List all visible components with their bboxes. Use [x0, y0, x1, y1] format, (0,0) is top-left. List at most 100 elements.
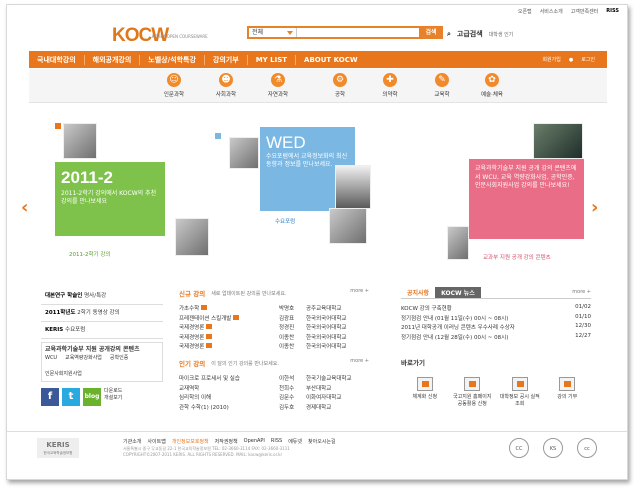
list-item[interactable]: 가초수학 박명호 공주교육대학교 [179, 304, 369, 314]
new-badge-icon [206, 343, 213, 348]
footer-link[interactable]: 찾아오시는길 [308, 438, 336, 445]
carousel-next-button[interactable]: › [591, 197, 598, 218]
login-link[interactable]: 로그인 [581, 56, 595, 63]
list-item[interactable]: 관학 수학(1) (2010) 김두호 경제대학교 [179, 403, 369, 413]
cert-badge-icon[interactable]: KS [543, 438, 563, 458]
category-medicine[interactable]: ✚ 의약학 [367, 73, 413, 98]
new-courses-section: 신규 강의 새로 업데이트된 강의를 만나보세요. more + 가초수학 박명호 공… [179, 288, 369, 352]
shortcut-item[interactable]: 국고지원 홈페이지 공동활용 신청 [452, 377, 492, 408]
tab-kocw-news[interactable]: KOCW 뉴스 [435, 287, 481, 298]
category-natural[interactable]: ⚗ 자연과학 [255, 73, 301, 98]
sidebar-keris-link[interactable]: KERIS 수요포럼 [41, 322, 163, 339]
footer-link-privacy[interactable]: 개인정보보호정책 [172, 438, 209, 445]
gift-icon [559, 377, 576, 391]
top-links: 오픈랩 서비스소개 고객만족센터 RISS [518, 8, 619, 15]
list-item[interactable]: 프레젠테이션 스킬개발 김광표 한국외국어대학교 [179, 314, 369, 324]
sidebar-box-item[interactable]: WCU [45, 354, 57, 362]
cross-icon: ✚ [383, 73, 397, 87]
category-education[interactable]: ✎ 교육학 [419, 73, 465, 98]
tab-notice[interactable]: 공지사항 [401, 287, 435, 298]
footer-badges: CC KS cc [509, 438, 597, 458]
new-courses-more-link[interactable]: more + [350, 288, 369, 294]
sidebar-box-item[interactable]: 교육역량강화사업 [65, 354, 102, 362]
nav-domestic[interactable]: 국내대학강의 [29, 54, 85, 65]
shortcut-item[interactable]: 대학정보 공시 실적조회 [500, 377, 540, 408]
notice-tabs: 공지사항 KOCW 뉴스 [401, 287, 591, 299]
category-arts[interactable]: ✿ 예술·체육 [469, 73, 515, 98]
category-social[interactable]: ☻ 사회과학 [203, 73, 249, 98]
notice-section: 공지사항 KOCW 뉴스 more + KOCW 강의 구축현황 01/02 정기… [401, 287, 591, 342]
toplink-openlab[interactable]: 오픈랩 [518, 8, 532, 15]
list-item[interactable]: 2011년 대학공개 이러닝 콘텐츠 우수사례 수상자 12/30 [401, 323, 591, 333]
notice-more-link[interactable]: more + [572, 289, 591, 295]
social-note[interactable]: 다운로드 개설보기 [104, 388, 122, 406]
list-item[interactable]: KOCW 강의 구축현황 01/02 [401, 304, 591, 314]
banner-pin-blue [215, 133, 221, 139]
popular-courses-section: 인기 강의 이 달의 인기 강의를 만나보세요. more + 마이크로 프로세서… [179, 358, 369, 412]
chart-icon [511, 377, 528, 391]
new-courses-title: 신규 강의 [179, 290, 206, 298]
toplink-service[interactable]: 서비스소개 [540, 8, 563, 15]
toplink-riss[interactable]: RISS [606, 8, 619, 15]
footer-link[interactable]: RISS [271, 438, 282, 445]
monitor-icon [464, 377, 481, 391]
footer-link[interactable]: 기관소개 [123, 438, 141, 445]
carousel-prev-button[interactable]: ‹ [21, 197, 28, 218]
trend-search-link[interactable]: 대학생 인기 [489, 31, 514, 38]
category-humanities[interactable]: ☺ 인문과학 [151, 73, 197, 98]
nav-nobel[interactable]: 노벨상/석학특강 [140, 54, 205, 65]
banner-caption-ministry[interactable]: 교과부 지원 공개 강의 콘텐츠 [483, 253, 551, 261]
list-item[interactable]: 정기점검 안내 (01월 11일(수) 00시 ~ 08시) 01/10 [401, 314, 591, 324]
nav-about[interactable]: ABOUT KOCW [296, 55, 366, 65]
banner-photo-speaker [229, 137, 259, 169]
list-item[interactable]: 교재역학 천희수 부산대학교 [179, 384, 369, 394]
list-item[interactable]: 국제경영론 정경진 한국외국어대학교 [179, 323, 369, 333]
sidebar-lecture-link[interactable]: 대본연구 학술인 명사/특강 [41, 288, 163, 305]
footer-link[interactable]: 저작권정책 [215, 438, 238, 445]
sidebar-box-item[interactable]: 공학인증 [110, 354, 128, 362]
sidebar-ministry-box[interactable]: 교육과학기술부 지원 공개강의 콘텐츠 WCU 교육역량강화사업 공학인증 인문… [41, 342, 163, 382]
list-item[interactable]: 국제경영론 이종찬 한국외국어대학교 [179, 342, 369, 352]
advanced-search-link[interactable]: 고급검색 [457, 29, 483, 39]
blog-icon[interactable]: blog [83, 388, 101, 406]
shortcut-item[interactable]: 강의 기부 [547, 377, 587, 408]
list-item[interactable]: 심리학의 이해 김문수 이화여자대학교 [179, 393, 369, 403]
nav-foreign[interactable]: 해외공개강의 [85, 54, 141, 65]
banner-caption-2011[interactable]: 2011-2학기 강의 [69, 250, 110, 258]
new-badge-icon [206, 324, 213, 329]
nav-donate[interactable]: 강의기부 [205, 54, 248, 65]
new-badge-icon [233, 314, 240, 320]
footer-link[interactable]: 에듀넷 [288, 438, 302, 445]
footer-link[interactable]: 사이트맵 [147, 438, 165, 445]
category-engineering[interactable]: ⚙ 공학 [317, 73, 363, 98]
popular-courses-list: 마이크로 프로세서 및 실습 이한석 한국기술교육대학교 교재역학 천희수 부산대학교 … [179, 374, 369, 412]
search-scope-select[interactable]: 전체 [249, 28, 297, 37]
banner-pin [55, 123, 61, 129]
facebook-icon[interactable]: f [41, 388, 59, 406]
gear-icon: ⚙ [333, 73, 347, 87]
document-icon [416, 377, 433, 391]
cert-badge-icon[interactable]: CC [509, 438, 529, 458]
banner-card-2011[interactable]: 2011-2 2011-2학기 강의에서 KOCW의 추천강의를 만나보세요 [55, 162, 165, 236]
banner-caption-wed[interactable]: 수요포럼 [275, 217, 295, 225]
search-icon: ⌕ [447, 29, 451, 38]
list-item[interactable]: 국제경영론 이종찬 한국외국어대학교 [179, 333, 369, 343]
palette-icon: ✿ [485, 73, 499, 87]
sidebar-2011-link[interactable]: 2011학년도 2학기 동영상 강의 [41, 305, 163, 322]
list-item[interactable]: 마이크로 프로세서 및 실습 이한석 한국기술교육대학교 [179, 374, 369, 384]
logo-subtitle: KOREA OPEN COURSEWARE [152, 34, 208, 39]
join-link[interactable]: 회원가입 [542, 56, 560, 63]
shortcut-item[interactable]: 체계화 신청 [405, 377, 445, 408]
twitter-icon[interactable]: t [62, 388, 80, 406]
keris-logo[interactable]: KERIS 한국교육학술정보원 [37, 438, 79, 458]
footer-link[interactable]: OpenAPI [244, 438, 265, 445]
sidebar-box-item[interactable]: 인문사회지원사업 [45, 370, 82, 378]
list-item[interactable]: 정기점검 안내 (12월 28일(수) 00시 ~ 08시) 12/27 [401, 333, 591, 343]
toplink-support[interactable]: 고객만족센터 [571, 8, 599, 15]
search-button[interactable]: 검색 [419, 26, 443, 39]
popular-more-link[interactable]: more + [350, 358, 369, 364]
creative-commons-icon[interactable]: cc [577, 438, 597, 458]
banner-card-ministry[interactable]: 교육과학기술부 지원 공개 강의 콘텐츠에서 WCU, 교육 역량강화사업, 공… [469, 159, 584, 239]
shortcuts-title: 바로가기 [401, 359, 425, 367]
nav-mylist[interactable]: MY LIST [248, 54, 297, 65]
